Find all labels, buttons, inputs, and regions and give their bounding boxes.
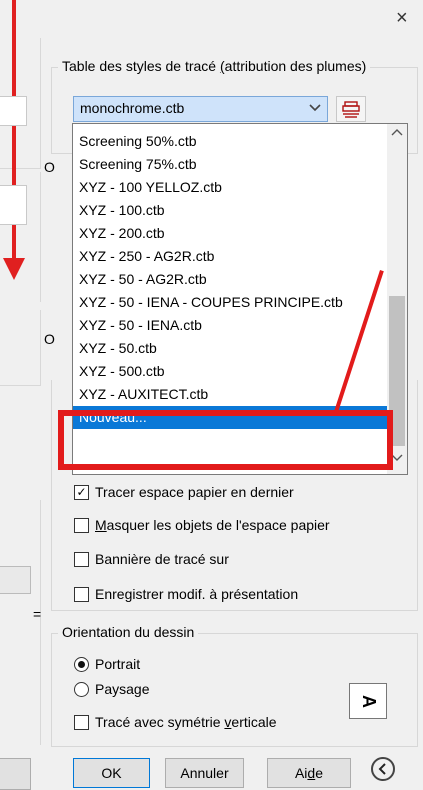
- option-label: Masquer les objets de l'espace papier: [95, 517, 330, 533]
- radio-portrait[interactable]: Portrait: [74, 653, 140, 675]
- left-partial-ok-button[interactable]: [0, 758, 31, 790]
- left-partial-field-2: [0, 185, 27, 225]
- checkbox[interactable]: [74, 551, 89, 567]
- left-partial-frame-bottom: [0, 500, 41, 745]
- radio-button[interactable]: [74, 681, 89, 697]
- scroll-up-icon[interactable]: [387, 128, 407, 146]
- left-partial-label-o1: O: [44, 159, 55, 175]
- option-plot-paperspace-last[interactable]: ✓ Tracer espace papier en dernier: [74, 480, 294, 504]
- checkbox[interactable]: [74, 517, 89, 533]
- option-hide-paperspace-objects[interactable]: Masquer les objets de l'espace papier: [74, 513, 330, 537]
- left-partial-field-1: [0, 96, 27, 126]
- option-mirror-plot[interactable]: Tracé avec symétrie verticale: [74, 710, 277, 734]
- dropdown-item[interactable]: XYZ - 100 YELLOZ.ctb: [73, 176, 387, 199]
- radio-label: Portrait: [95, 656, 141, 672]
- collapse-options-button[interactable]: [371, 757, 395, 781]
- option-label: Tracer espace papier en dernier: [95, 484, 294, 500]
- checkbox[interactable]: [74, 714, 89, 730]
- ok-button[interactable]: OK: [73, 758, 150, 788]
- option-save-changes-to-layout[interactable]: Enregistrer modif. à présentation: [74, 582, 298, 606]
- dropdown-item[interactable]: XYZ - 50 - AG2R.ctb: [73, 268, 387, 291]
- dropdown-item[interactable]: Screening 75%.ctb: [73, 153, 387, 176]
- pen-table-edit-icon: [342, 101, 360, 118]
- checkbox[interactable]: ✓: [74, 484, 89, 500]
- dropdown-item[interactable]: Screening 50%.ctb: [73, 130, 387, 153]
- option-label: Enregistrer modif. à présentation: [95, 586, 299, 602]
- left-partial-label-equals: =: [33, 606, 42, 622]
- radio-button[interactable]: [74, 656, 89, 672]
- option-label: Bannière de tracé sur: [95, 551, 229, 567]
- dropdown-item[interactable]: XYZ - 100.ctb: [73, 199, 387, 222]
- dropdown-item[interactable]: XYZ - 50 - IENA - COUPES PRINCIPE.ctb: [73, 291, 387, 314]
- pen-table-title: Table des styles de tracé (attribution d…: [58, 58, 371, 74]
- radio-landscape[interactable]: Paysage: [74, 678, 149, 700]
- option-label: Tracé avec symétrie verticale: [95, 714, 277, 730]
- checkbox[interactable]: [74, 586, 89, 602]
- left-partial-button[interactable]: [0, 566, 31, 594]
- dropdown-item[interactable]: XYZ - 50.ctb: [73, 337, 387, 360]
- dropdown-item[interactable]: XYZ - 200.ctb: [73, 222, 387, 245]
- chevron-left-icon: [378, 763, 386, 775]
- orientation-preview-icon: A: [349, 683, 387, 719]
- pen-table-combo[interactable]: monochrome.ctb: [73, 96, 328, 122]
- radio-label: Paysage: [95, 681, 150, 697]
- dropdown-item[interactable]: XYZ - 250 - AG2R.ctb: [73, 245, 387, 268]
- cancel-button[interactable]: Annuler: [165, 758, 244, 788]
- option-plot-stamp[interactable]: Bannière de tracé sur: [74, 547, 229, 571]
- left-partial-frame-low: [0, 310, 41, 386]
- chevron-down-icon[interactable]: [306, 100, 324, 118]
- left-partial-label-o2: O: [44, 331, 55, 347]
- dropdown-item[interactable]: XYZ - 50 - IENA.ctb: [73, 314, 387, 337]
- close-button[interactable]: ×: [396, 8, 408, 28]
- orientation-title: Orientation du dessin: [58, 624, 199, 640]
- radio-selected-dot: [78, 660, 85, 668]
- edit-pen-table-button[interactable]: [336, 96, 366, 122]
- help-button[interactable]: Aide: [267, 758, 351, 788]
